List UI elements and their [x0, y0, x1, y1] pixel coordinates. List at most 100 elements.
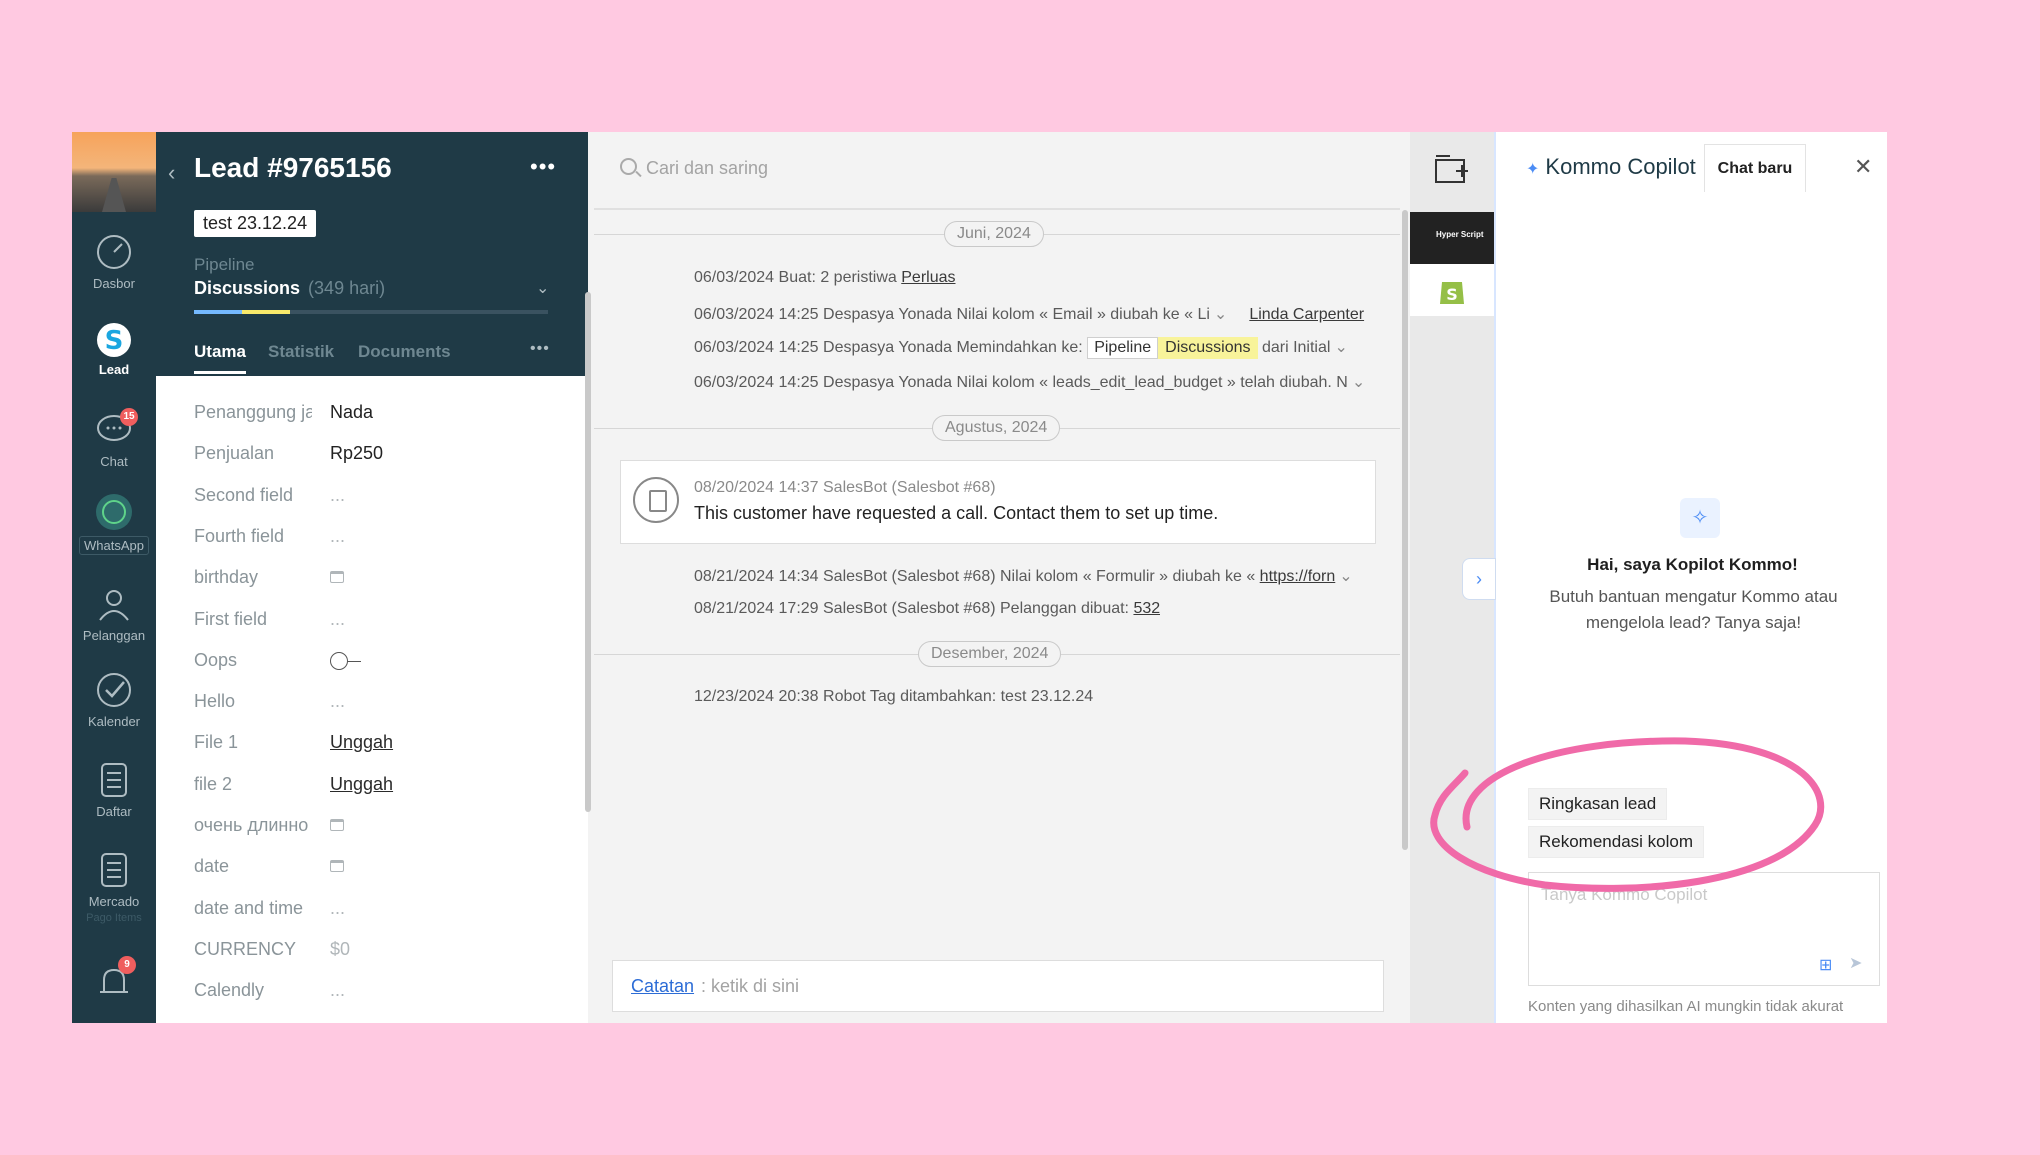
event-text: 12/23/2024 20:38 Robot Tag ditambahkan: …	[694, 688, 1094, 705]
field-value[interactable]: Nada	[330, 402, 373, 423]
lead-field-row[interactable]: First field...	[194, 609, 574, 639]
collapse-panel-button[interactable]: ›	[1462, 558, 1496, 600]
more-options-icon[interactable]: •••	[530, 154, 556, 180]
field-value[interactable]: ...	[330, 691, 345, 712]
field-label: Hello	[194, 691, 236, 712]
lead-field-row[interactable]: Penjualan Rp250	[194, 443, 574, 473]
document-icon	[633, 477, 679, 523]
pipeline-label: Pipeline	[194, 255, 255, 274]
copilot-input-placeholder: Tanya Kommo Copilot	[1541, 885, 1708, 904]
feed-search-bar[interactable]: Cari dan saring	[594, 132, 1400, 210]
shopify-widget[interactable]: S	[1410, 264, 1494, 316]
tab-documents[interactable]: Documents	[358, 342, 451, 362]
new-chat-button[interactable]: Chat baru	[1704, 144, 1806, 192]
salesbot-note-card[interactable]: 08/20/2024 14:37 SalesBot (Salesbot #68)…	[620, 460, 1376, 544]
chevron-down-icon[interactable]: ⌄	[1214, 306, 1227, 323]
nav-item-kalender[interactable]: Kalender	[72, 670, 156, 729]
field-value[interactable]: Rp250	[330, 443, 383, 464]
copilot-input[interactable]: Tanya Kommo Copilot ⊞ ➤	[1528, 872, 1880, 986]
nav-item-daftar[interactable]: Daftar	[72, 760, 156, 819]
back-chevron-icon[interactable]: ‹	[168, 160, 175, 186]
lead-tag[interactable]: test 23.12.24	[194, 210, 317, 237]
calendar-icon[interactable]	[330, 567, 344, 588]
event-text: dari Initial	[1261, 339, 1331, 356]
field-value[interactable]: ...	[330, 526, 345, 547]
customer-link[interactable]: 532	[1133, 600, 1160, 617]
user-link[interactable]: Linda Carpenter	[1249, 306, 1364, 323]
chevron-down-icon[interactable]: ⌄	[1339, 568, 1352, 585]
nav-label: Chat	[100, 454, 128, 469]
lead-field-row[interactable]: CURRENCY $0	[194, 939, 574, 969]
chevron-down-icon[interactable]: ⌄	[1352, 374, 1365, 391]
lead-field-row[interactable]: Fourth field...	[194, 526, 574, 556]
lead-field-row[interactable]: File 1 Unggah	[194, 732, 574, 762]
nav-item-chat[interactable]: Chat 15	[72, 408, 156, 469]
main-nav-sidebar: Dasbor S Lead Chat 15 WhatsApp Pelanggan…	[72, 132, 156, 1023]
chat-unread-badge: 15	[120, 408, 138, 426]
field-value[interactable]: ...	[330, 609, 345, 630]
chevron-down-icon[interactable]: ⌄	[536, 278, 549, 298]
calendar-icon[interactable]	[330, 815, 344, 836]
upload-link[interactable]: Unggah	[330, 774, 393, 795]
lead-field-row[interactable]: birthday	[194, 567, 574, 597]
nav-item-dasbor[interactable]: Dasbor	[72, 232, 156, 291]
notifications-bell[interactable]: 9	[72, 956, 156, 1006]
pipeline-progress-bar	[194, 310, 548, 314]
note-type-link[interactable]: Catatan	[631, 976, 694, 997]
tab-utama[interactable]: Utama	[194, 342, 246, 374]
nav-label: Dasbor	[93, 276, 135, 291]
nav-item-lead[interactable]: S Lead	[72, 318, 156, 377]
svg-text:S: S	[1446, 285, 1458, 304]
feed-scrollbar[interactable]	[1402, 210, 1408, 850]
search-icon	[620, 158, 637, 175]
lead-field-row[interactable]: Calendly...	[194, 980, 574, 1010]
hyper-script-widget[interactable]: Hyper Script	[1410, 212, 1494, 264]
send-icon[interactable]: ➤	[1849, 953, 1862, 973]
close-icon[interactable]: ✕	[1854, 154, 1872, 180]
nav-label: Mercado	[88, 894, 140, 909]
lead-field-row[interactable]: file 2 Unggah	[194, 774, 574, 804]
field-value[interactable]: ...	[330, 485, 345, 506]
calendar-icon[interactable]	[330, 856, 344, 877]
pipeline-chip: Pipeline	[1087, 337, 1159, 359]
suggestion-chip-lead-summary[interactable]: Ringkasan lead	[1528, 788, 1668, 820]
tabs-more-icon[interactable]: •••	[530, 340, 550, 358]
user-avatar-photo[interactable]	[72, 132, 156, 212]
lead-field-row[interactable]: Hello...	[194, 691, 574, 721]
field-label: Fourth field	[194, 525, 285, 546]
field-label: file 2	[194, 773, 233, 794]
nav-item-mercado[interactable]: Mercado Pago Items	[72, 850, 156, 924]
add-widget-icon[interactable]	[1434, 154, 1470, 184]
field-label: Calendly	[194, 980, 265, 1001]
toggle-switch[interactable]	[330, 650, 361, 675]
tab-statistik[interactable]: Statistik	[268, 342, 334, 362]
event-text: 06/03/2024 14:25 Despasya Yonada Meminda…	[694, 339, 1083, 356]
upload-link[interactable]: Unggah	[330, 732, 393, 753]
nav-item-whatsapp[interactable]: WhatsApp	[72, 492, 156, 555]
lead-field-row[interactable]: Second field...	[194, 485, 574, 515]
field-label: First field	[194, 608, 268, 629]
lead-field-row[interactable]: Oops	[194, 650, 574, 680]
form-link[interactable]: https://forn	[1260, 568, 1336, 585]
note-composer[interactable]: Catatan : ketik di sini	[612, 960, 1384, 1012]
copilot-title-text: Kommo Copilot	[1545, 154, 1696, 179]
svg-text:S: S	[105, 326, 124, 356]
nav-item-pelanggan[interactable]: Pelanggan	[72, 584, 156, 643]
feed-event: 06/03/2024 14:25 Despasya Yonada Meminda…	[694, 337, 1394, 359]
lead-field-row[interactable]: date and time...	[194, 898, 574, 928]
field-value[interactable]: ...	[330, 898, 345, 919]
event-text: 08/21/2024 14:34 SalesBot (Salesbot #68)…	[694, 568, 1260, 585]
lead-field-row[interactable]: Penanggung jawab Nada	[194, 402, 574, 432]
suggestion-chip-field-recommendation[interactable]: Rekomendasi kolom	[1528, 826, 1705, 858]
lead-field-row[interactable]: date	[194, 856, 574, 886]
pipeline-stage-selector[interactable]: Discussions (349 hari)	[194, 278, 385, 299]
lead-panel-scrollbar[interactable]	[585, 292, 591, 812]
field-value[interactable]: ...	[330, 980, 345, 1001]
lead-field-row[interactable]: очень длинно	[194, 815, 574, 845]
copilot-title: ✦ Kommo Copilot	[1526, 154, 1696, 180]
contacts-icon	[99, 590, 129, 621]
expand-link[interactable]: Perluas	[901, 269, 955, 286]
field-value[interactable]: $0	[330, 939, 350, 960]
apps-grid-icon[interactable]: ⊞	[1819, 955, 1832, 975]
chevron-down-icon[interactable]: ⌄	[1334, 339, 1347, 356]
